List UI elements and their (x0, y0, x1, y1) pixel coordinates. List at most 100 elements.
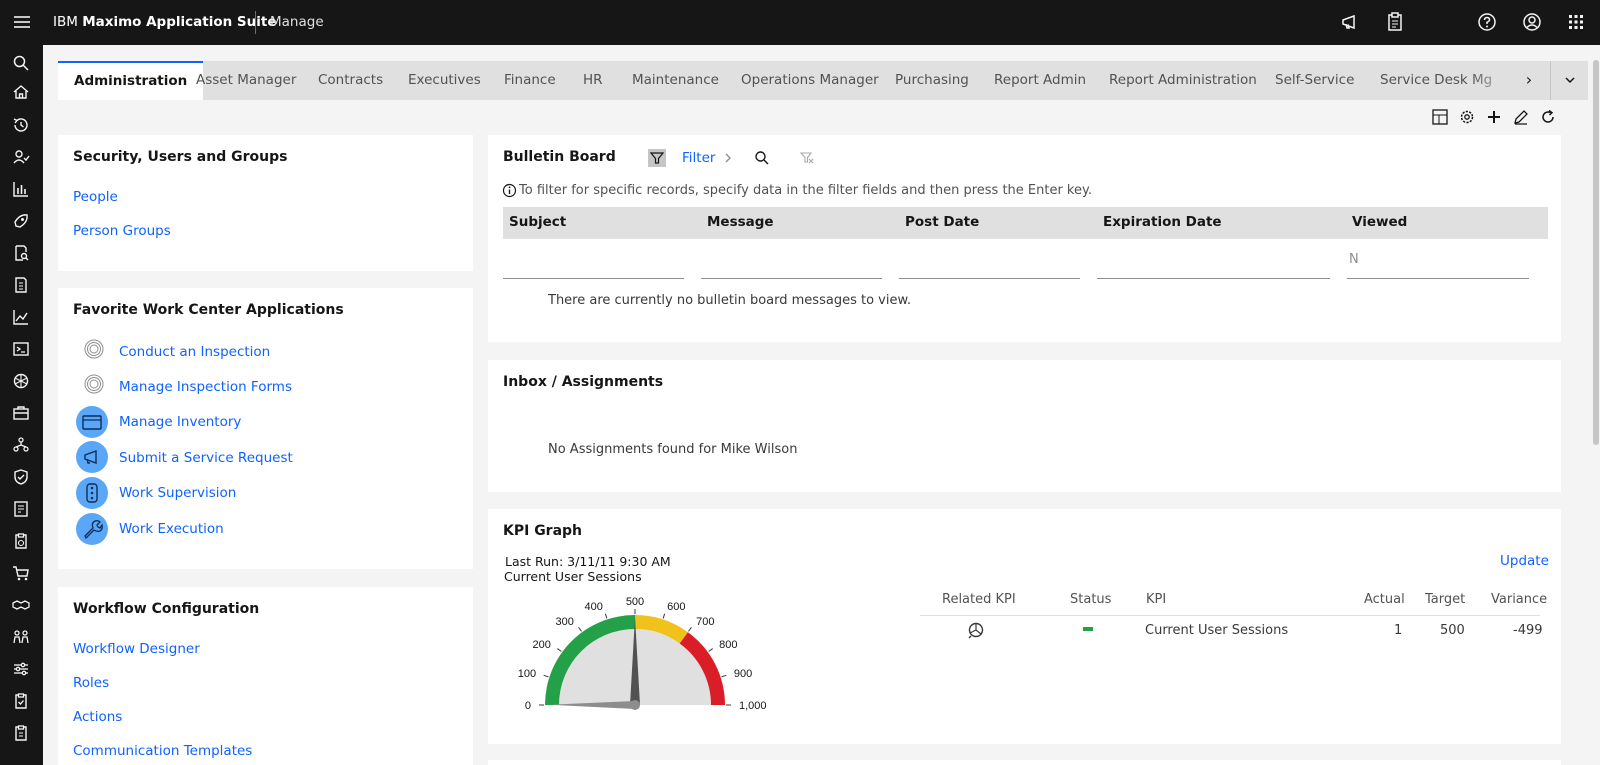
next-panel-edge (488, 760, 1561, 765)
subject-filter-input[interactable] (503, 278, 684, 279)
group-icon[interactable] (11, 627, 31, 647)
gauge-tick-label-3: 300 (556, 616, 574, 628)
report-icon[interactable] (11, 275, 31, 295)
column-header-variance: Variance (1491, 592, 1548, 607)
people-link[interactable]: People (73, 189, 118, 205)
column-header-actual: Actual (1364, 592, 1405, 607)
security-panel-title: Security, Users and Groups (73, 149, 288, 165)
document-icon[interactable] (11, 499, 31, 519)
search-icon[interactable] (11, 53, 31, 73)
handshake-icon[interactable] (11, 595, 31, 615)
settings-icon[interactable] (1458, 108, 1478, 128)
column-header-subject[interactable]: Subject (509, 214, 566, 230)
gauge-tick-label-2: 200 (533, 639, 551, 651)
shield-icon[interactable] (11, 467, 31, 487)
recent-icon[interactable] (11, 115, 31, 135)
clipboard-time-icon[interactable] (11, 531, 31, 551)
refresh-icon[interactable] (1539, 108, 1559, 128)
line-chart-icon[interactable] (11, 307, 31, 327)
person-groups-link[interactable]: Person Groups (73, 223, 171, 239)
help-icon[interactable] (1475, 10, 1499, 34)
tab-hr[interactable]: HR (567, 61, 619, 100)
tab-executives[interactable]: Executives (392, 61, 497, 100)
gauge-tick-7 (688, 627, 692, 632)
wrench-icon (76, 513, 108, 545)
network-icon[interactable] (11, 371, 31, 391)
connection-icon[interactable] (11, 435, 31, 455)
chart-bar-icon[interactable] (11, 179, 31, 199)
user-avatar-icon[interactable] (1520, 10, 1544, 34)
inventory-icon (76, 406, 108, 438)
kpi-last-run: Last Run: 3/11/11 9:30 AM (505, 554, 671, 569)
terminal-icon[interactable] (11, 339, 31, 359)
conduct-inspection-link[interactable]: Conduct an Inspection (119, 344, 270, 360)
cart-icon[interactable] (11, 563, 31, 583)
tab-self-service[interactable]: Self-Service (1259, 61, 1370, 100)
inspection-icon (78, 335, 110, 367)
app-switcher-icon[interactable] (1564, 10, 1588, 34)
gauge-tick-8 (708, 648, 713, 652)
tab-overflow-chevron-icon[interactable] (1550, 61, 1588, 100)
report-search-icon[interactable] (11, 243, 31, 263)
rocket-icon[interactable] (11, 211, 31, 231)
tab-operations-manager[interactable]: Operations Manager (725, 61, 895, 100)
filter-icon[interactable] (648, 149, 666, 167)
tab-report-administration[interactable]: Report Administration (1093, 61, 1273, 100)
layout-icon[interactable] (1431, 108, 1451, 128)
brand-name[interactable]: IBM Maximo Application Suite (53, 14, 277, 30)
column-header-viewed[interactable]: Viewed (1352, 214, 1407, 230)
bulletin-empty-message: There are currently no bulletin board me… (548, 293, 912, 308)
header-divider (255, 11, 256, 34)
tab-scroll-right-icon[interactable]: › (1518, 61, 1540, 100)
clipboard-icon[interactable] (1383, 10, 1407, 34)
kpi-update-link[interactable]: Update (1500, 553, 1549, 569)
side-navigation (0, 45, 43, 765)
tab-asset-manager[interactable]: Asset Manager (180, 61, 312, 100)
expiration-date-filter-input[interactable] (1097, 278, 1330, 279)
filter-link[interactable]: Filter (682, 150, 715, 166)
column-header-message[interactable]: Message (707, 214, 774, 230)
clear-filter-icon[interactable] (798, 149, 816, 167)
communication-templates-link[interactable]: Communication Templates (73, 743, 252, 759)
manage-inspection-forms-link[interactable]: Manage Inspection Forms (119, 379, 292, 395)
workflow-designer-link[interactable]: Workflow Designer (73, 641, 200, 657)
favorites-panel-title: Favorite Work Center Applications (73, 302, 344, 318)
viewed-filter-input[interactable] (1347, 278, 1529, 279)
kpi-variance-cell: -499 (1513, 623, 1543, 638)
gauge-tick-label-1: 100 (518, 668, 536, 680)
actions-link[interactable]: Actions (73, 709, 122, 725)
work-execution-link[interactable]: Work Execution (119, 521, 224, 537)
toolbox-icon[interactable] (11, 403, 31, 423)
clipboard-list-icon[interactable] (11, 723, 31, 743)
column-header-expiration-date[interactable]: Expiration Date (1103, 214, 1222, 230)
gauge-tick-9 (721, 674, 727, 678)
announcement-icon[interactable] (1338, 10, 1362, 34)
page-scrollbar-thumb[interactable] (1593, 60, 1599, 445)
gauge-tick-label-4: 400 (585, 601, 603, 613)
dashboard-tab-bar: Administration Asset Manager Contracts E… (58, 61, 1588, 100)
post-date-filter-input[interactable] (899, 278, 1080, 279)
roles-link[interactable]: Roles (73, 675, 109, 691)
submit-service-request-link[interactable]: Submit a Service Request (119, 450, 293, 466)
manage-inventory-link[interactable]: Manage Inventory (119, 414, 241, 430)
tab-purchasing[interactable]: Purchasing (879, 61, 985, 100)
bulletin-search-icon[interactable] (753, 149, 771, 167)
sliders-icon[interactable] (11, 659, 31, 679)
people-icon[interactable] (11, 147, 31, 167)
column-header-target: Target (1425, 592, 1466, 607)
tab-contracts[interactable]: Contracts (302, 61, 399, 100)
menu-icon[interactable] (8, 8, 36, 36)
column-header-post-date[interactable]: Post Date (905, 214, 979, 230)
edit-icon[interactable] (1512, 108, 1532, 128)
filter-chevron-icon[interactable] (720, 150, 736, 166)
add-icon[interactable] (1485, 108, 1505, 128)
clipboard-check-icon[interactable] (11, 691, 31, 711)
related-kpi-icon[interactable] (966, 620, 986, 640)
work-supervision-link[interactable]: Work Supervision (119, 485, 236, 501)
message-filter-input[interactable] (701, 278, 882, 279)
gauge-tick-label-8: 800 (719, 639, 737, 651)
tab-report-admin[interactable]: Report Admin (978, 61, 1102, 100)
tab-maintenance[interactable]: Maintenance (616, 61, 735, 100)
tab-finance[interactable]: Finance (488, 61, 572, 100)
home-icon[interactable] (11, 82, 31, 102)
